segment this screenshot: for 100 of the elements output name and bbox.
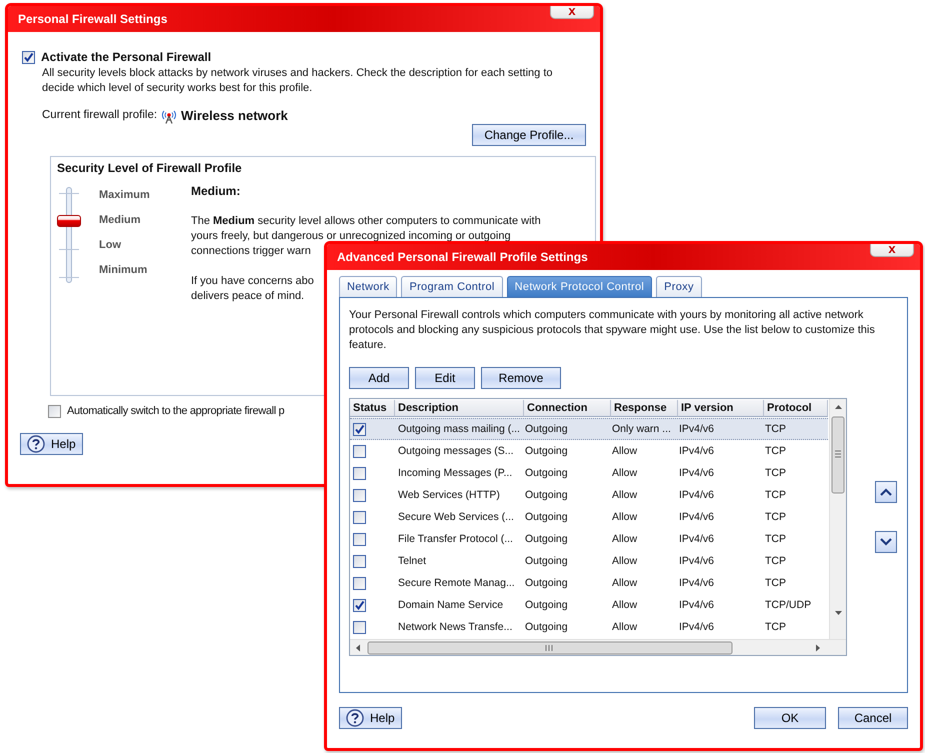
table-cell-text: Outgoing	[524, 533, 569, 545]
table-cell-text: Outgoing	[524, 621, 569, 633]
checkbox[interactable]	[22, 50, 35, 64]
slider-thumb[interactable]	[57, 214, 81, 227]
ok-button[interactable]: OK	[754, 707, 826, 729]
profile-name: Wireless network	[181, 108, 288, 123]
move-up-button[interactable]	[875, 481, 897, 503]
list-button[interactable]: Remove	[481, 367, 561, 389]
table-cell-text: IPv4/v6	[678, 555, 716, 567]
table-cell-text: Allow	[611, 467, 638, 479]
security-level-slider[interactable]	[57, 187, 81, 283]
table-row[interactable]: Outgoing mass mailing (... Outgoing Only warn ... IPv4/v6 TCP	[350, 418, 828, 440]
table-cell-text: Outgoing messages (S...	[397, 445, 515, 457]
cancel-button[interactable]: Cancel	[838, 707, 908, 729]
checkbox[interactable]	[353, 532, 366, 546]
profile-label: Current firewall profile:	[42, 108, 158, 123]
checkbox[interactable]	[48, 405, 61, 418]
table-cell-text: IPv4/v6	[678, 445, 716, 457]
table-cell-text: IPv4/v6	[678, 621, 716, 633]
table-cell-text: Allow	[611, 621, 638, 633]
checkbox[interactable]	[353, 510, 366, 524]
table-cell-text: Secure Remote Manag...	[397, 577, 516, 589]
table-cell-text: Allow	[611, 599, 638, 611]
checkbox[interactable]	[353, 422, 366, 436]
table-row[interactable]: Secure Remote Manag... Outgoing Allow IPv4/v6 TCP	[350, 572, 828, 594]
level-description-line: The Medium security level allows other computers to communicate with	[191, 214, 541, 229]
table-cell-text: Allow	[611, 511, 638, 523]
level-note-line: delivers peace of mind.	[191, 289, 304, 304]
level-label: Low	[99, 238, 122, 253]
antenna-icon	[161, 108, 178, 124]
panel-title: Security Level of Firewall Profile	[57, 161, 242, 176]
table-cell-text: TCP	[764, 423, 787, 435]
move-down-button[interactable]	[875, 531, 897, 553]
table-cell-text: Allow	[611, 555, 638, 567]
tab[interactable]: Program Control	[401, 276, 503, 297]
table-cell-text: Outgoing	[524, 423, 569, 435]
column-header[interactable]: Description	[395, 400, 524, 417]
table-cell-text: Secure Web Services (...	[397, 511, 515, 523]
column-header[interactable]: Protocol	[764, 400, 828, 417]
list-button[interactable]: Add	[349, 367, 409, 389]
window-title: Personal Firewall Settings	[18, 12, 168, 26]
table-cell-text: TCP	[764, 533, 787, 545]
table-cell-text: Outgoing	[524, 599, 569, 611]
table-cell-text: Outgoing	[524, 577, 569, 589]
checkbox[interactable]	[353, 444, 366, 458]
table-cell-text: Outgoing	[524, 489, 569, 501]
table-cell-text: TCP	[764, 621, 787, 633]
column-header[interactable]: Response	[611, 400, 678, 417]
tab[interactable]: Proxy	[656, 276, 702, 297]
level-label: Maximum	[99, 188, 151, 203]
table-cell-text: File Transfer Protocol (...	[397, 533, 514, 545]
close-button[interactable]: x	[870, 244, 914, 257]
level-description-line: connections trigger warn	[191, 244, 311, 259]
table-cell-text: Outgoing	[524, 511, 569, 523]
table-row[interactable]: Outgoing messages (S... Outgoing Allow IPv4/v6 TCP	[350, 440, 828, 462]
horizontal-scrollbar[interactable]	[350, 639, 846, 655]
table-cell-text: IPv4/v6	[678, 577, 716, 589]
column-header[interactable]: IP version	[678, 400, 764, 417]
checkbox[interactable]	[353, 466, 366, 480]
table-cell-text: TCP	[764, 555, 787, 567]
help-button[interactable]: Help	[339, 707, 402, 729]
checkbox[interactable]	[353, 620, 366, 634]
vertical-scrollbar[interactable]	[829, 399, 846, 639]
table-cell-text: TCP	[764, 511, 787, 523]
table-row[interactable]: Incoming Messages (P... Outgoing Allow IPv4/v6 TCP	[350, 462, 828, 484]
tab[interactable]: Network	[339, 276, 398, 297]
column-header[interactable]: Connection	[524, 400, 611, 417]
table-row[interactable]: Secure Web Services (... Outgoing Allow IPv4/v6 TCP	[350, 506, 828, 528]
table-cell-text: IPv4/v6	[678, 511, 716, 523]
level-label: Minimum	[99, 263, 148, 278]
help-icon	[346, 709, 364, 727]
column-header[interactable]: Status	[350, 400, 395, 417]
change-profile-button[interactable]: Change Profile...	[472, 124, 586, 146]
list-button[interactable]: Edit	[415, 367, 475, 389]
table-row[interactable]: Telnet Outgoing Allow IPv4/v6 TCP	[350, 550, 828, 572]
window-title: Advanced Personal Firewall Profile Settings	[337, 250, 588, 264]
table-cell-text: IPv4/v6	[678, 489, 716, 501]
chevron-up-icon	[880, 488, 892, 496]
checkbox[interactable]	[353, 554, 366, 568]
checkbox[interactable]	[353, 576, 366, 590]
table-row[interactable]: Domain Name Service Outgoing Allow IPv4/v6 TCP/UDP	[350, 594, 828, 616]
checkbox[interactable]	[353, 488, 366, 502]
auto-switch-label: Automatically switch to the appropriate firewall p	[67, 404, 284, 419]
table-row[interactable]: Network News Transfe... Outgoing Allow IPv4/v6 TCP	[350, 616, 828, 638]
table-cell-text: Domain Name Service	[397, 599, 504, 611]
table-cell-text: Outgoing	[524, 467, 569, 479]
table-cell-text: Web Services (HTTP)	[397, 489, 501, 501]
activate-label: Activate the Personal Firewall	[41, 50, 212, 64]
table-row[interactable]: File Transfer Protocol (... Outgoing Allow IPv4/v6 TCP	[350, 528, 828, 550]
table-cell-text: Incoming Messages (P...	[397, 467, 514, 479]
help-button[interactable]: Help	[20, 433, 83, 455]
table-cell-text: TCP	[764, 467, 787, 479]
checkbox[interactable]	[353, 598, 366, 612]
close-button[interactable]: x	[550, 6, 594, 19]
table-cell-text: Allow	[611, 489, 638, 501]
table-cell-text: Outgoing mass mailing (...	[397, 423, 521, 435]
table-row[interactable]: Web Services (HTTP) Outgoing Allow IPv4/v6 TCP	[350, 484, 828, 506]
table-cell-text: Network News Transfe...	[397, 621, 514, 633]
table-cell-text: Only warn ...	[611, 423, 672, 435]
level-heading: Medium:	[191, 184, 240, 199]
